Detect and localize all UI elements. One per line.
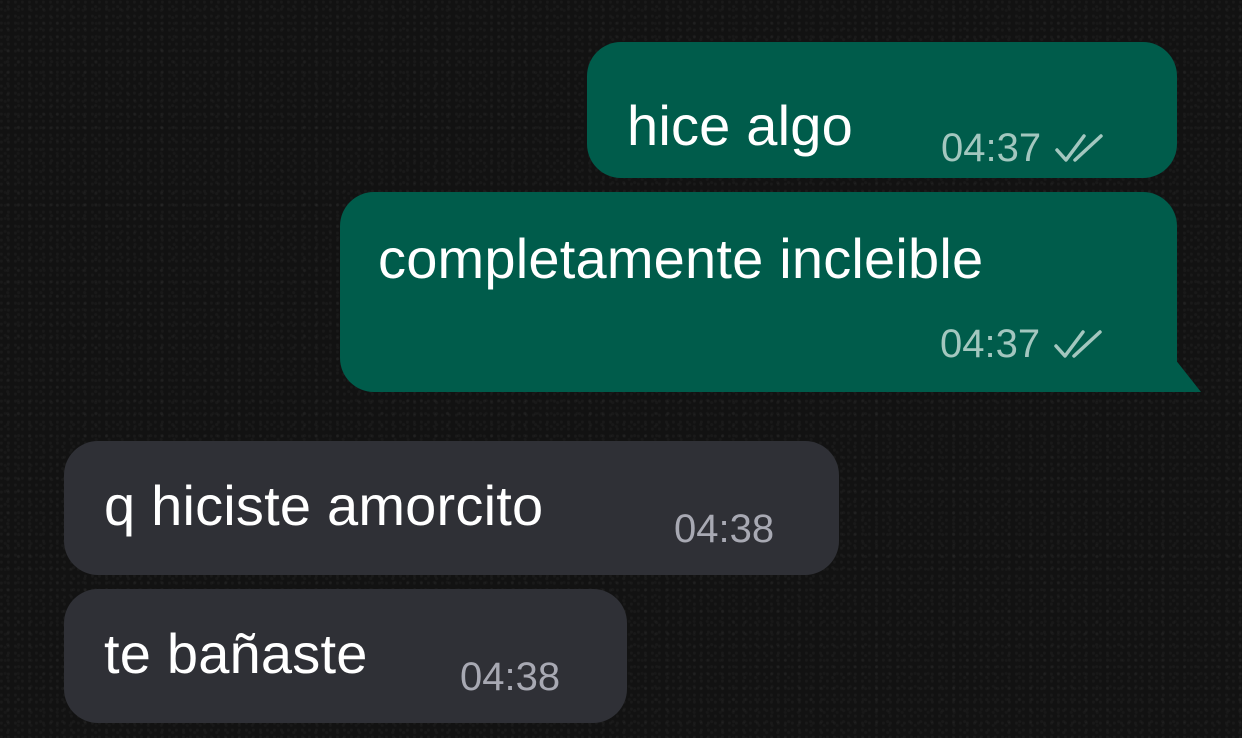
message-bubble-incoming[interactable]: te bañaste 04:38 xyxy=(64,589,627,723)
message-text: hice algo xyxy=(627,94,853,157)
message-bubble-incoming[interactable]: q hiciste amorcito 04:38 xyxy=(64,441,839,575)
message-meta: 04:38 xyxy=(674,509,774,549)
message-time: 04:38 xyxy=(674,507,775,551)
message-bubble-outgoing[interactable]: hice algo 04:37 xyxy=(587,42,1177,178)
message-text: completamente incleible xyxy=(378,227,984,290)
message-meta: 04:37 xyxy=(941,128,1103,168)
message-text: te bañaste xyxy=(104,622,368,685)
message-text: q hiciste amorcito xyxy=(104,474,544,537)
double-check-icon xyxy=(1055,134,1103,162)
message-time: 04:38 xyxy=(460,655,561,699)
message-time: 04:37 xyxy=(941,126,1042,170)
message-meta: 04:38 xyxy=(460,657,560,697)
message-time: 04:37 xyxy=(940,322,1041,366)
double-check-icon xyxy=(1054,330,1102,358)
message-bubble-outgoing[interactable]: completamente incleible 04:37 xyxy=(340,192,1201,392)
bubble-tail xyxy=(1171,354,1201,392)
message-meta: 04:37 xyxy=(940,324,1102,364)
